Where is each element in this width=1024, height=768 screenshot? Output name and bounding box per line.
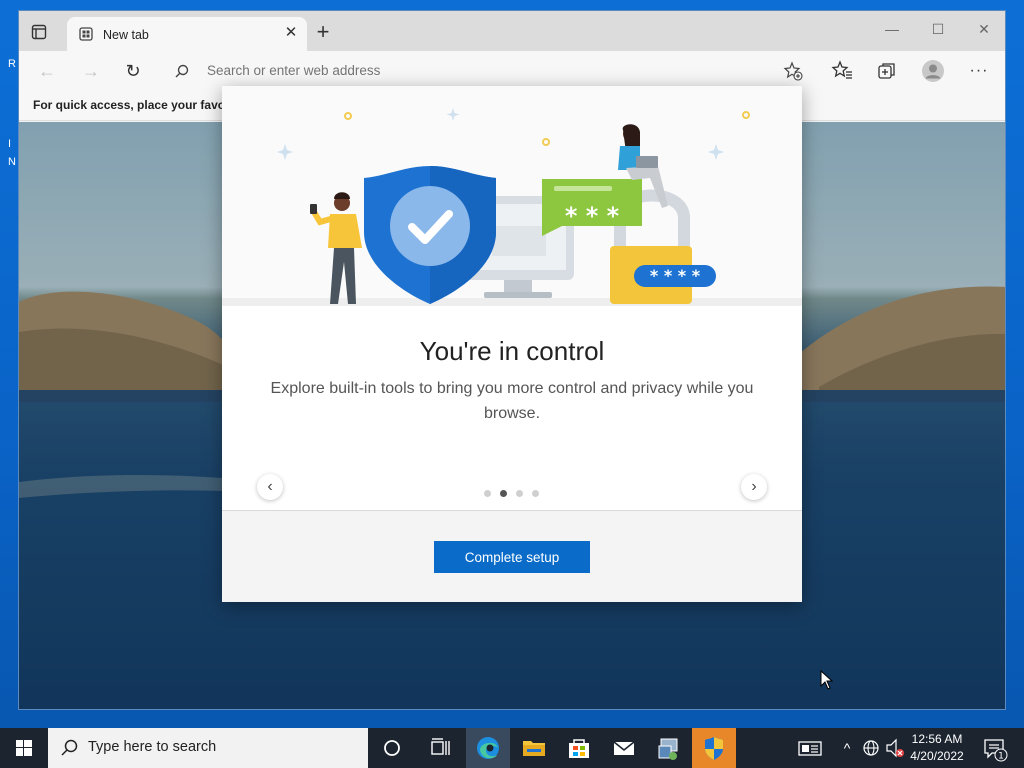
complete-setup-button[interactable]: Complete setup (434, 541, 590, 573)
taskbar: Type here to search ^ 12:56 AM 4/20/2022… (0, 728, 1024, 768)
clock-time: 12:56 AM (911, 732, 963, 746)
tab-new-tab[interactable]: New tab ✕ (67, 17, 307, 51)
tab-close-icon[interactable]: ✕ (283, 25, 299, 41)
system-clock[interactable]: 12:56 AM 4/20/2022 (906, 731, 968, 765)
volume-muted-icon[interactable] (884, 728, 906, 768)
security-shield-icon[interactable] (692, 728, 736, 768)
dialog-description: Explore built-in tools to bring you more… (270, 380, 754, 422)
tab-title: New tab (103, 28, 149, 42)
carousel-dot[interactable] (532, 490, 539, 497)
carousel-dot[interactable] (500, 490, 507, 497)
address-bar[interactable] (165, 57, 815, 85)
collections-icon[interactable] (877, 61, 897, 81)
tab-actions-icon[interactable] (31, 24, 47, 40)
taskbar-search-placeholder: Type here to search (88, 739, 217, 755)
file-explorer-icon[interactable] (512, 728, 556, 768)
back-button[interactable]: ← (35, 59, 59, 83)
notification-center-icon[interactable]: 1 (980, 728, 1010, 768)
mail-icon[interactable] (602, 728, 646, 768)
browser-toolbar: ← → ↻ Search or enter web address ··· (19, 51, 1005, 91)
mouse-cursor-icon (820, 670, 834, 690)
task-view-icon[interactable] (418, 728, 462, 768)
password-mask-2: * * * * (650, 266, 701, 285)
dialog-title: You're in control (419, 336, 605, 366)
desktop-icon-stub[interactable]: I (8, 138, 11, 150)
forward-button[interactable]: → (79, 59, 103, 83)
close-window-button[interactable]: ✕ (969, 17, 999, 41)
notification-count: 1 (998, 752, 1004, 762)
refresh-button[interactable]: ↻ (121, 59, 145, 83)
carousel-next-button[interactable]: › (741, 474, 767, 500)
cortana-icon[interactable] (370, 728, 414, 768)
desktop-icon-stub[interactable]: N (8, 156, 16, 168)
maximize-button[interactable]: ☐ (923, 17, 953, 41)
clock-date: 4/20/2022 (910, 749, 964, 763)
news-widget-icon[interactable] (796, 728, 826, 768)
profile-avatar-icon[interactable] (921, 59, 945, 83)
privacy-illustration: * * * * * * * (222, 86, 802, 306)
address-input[interactable] (207, 57, 767, 85)
search-icon (175, 64, 189, 78)
network-globe-icon[interactable] (860, 728, 882, 768)
edge-icon[interactable] (466, 728, 510, 768)
taskbar-search-box[interactable]: Type here to search (48, 728, 368, 768)
more-options-icon[interactable]: ··· (967, 59, 991, 83)
new-tab-page-icon (79, 27, 93, 41)
windows-start-icon[interactable] (0, 728, 48, 768)
app-icon[interactable] (647, 728, 691, 768)
favorites-icon[interactable] (831, 59, 853, 81)
minimize-button[interactable]: ― (877, 17, 907, 41)
welcome-dialog: * * * * * * * You're in control Explore … (222, 86, 802, 602)
carousel-page-indicator (482, 490, 542, 498)
carousel-dot[interactable] (484, 490, 491, 497)
tab-strip: New tab ✕ + ― ☐ ✕ (19, 11, 1005, 51)
store-icon[interactable] (557, 728, 601, 768)
carousel-dot[interactable] (516, 490, 523, 497)
carousel-prev-button[interactable]: ‹ (257, 474, 283, 500)
new-tab-button[interactable]: + (313, 21, 333, 43)
desktop-icon-stub[interactable]: R (8, 58, 16, 70)
add-favorite-icon[interactable] (783, 61, 803, 81)
show-hidden-icons-chevron-icon[interactable]: ^ (838, 728, 856, 768)
dialog-footer: Complete setup (222, 511, 802, 602)
search-icon (61, 739, 78, 756)
favorites-bar-hint: For quick access, place your favorit (33, 98, 238, 112)
password-mask-1: * * * (565, 202, 620, 230)
